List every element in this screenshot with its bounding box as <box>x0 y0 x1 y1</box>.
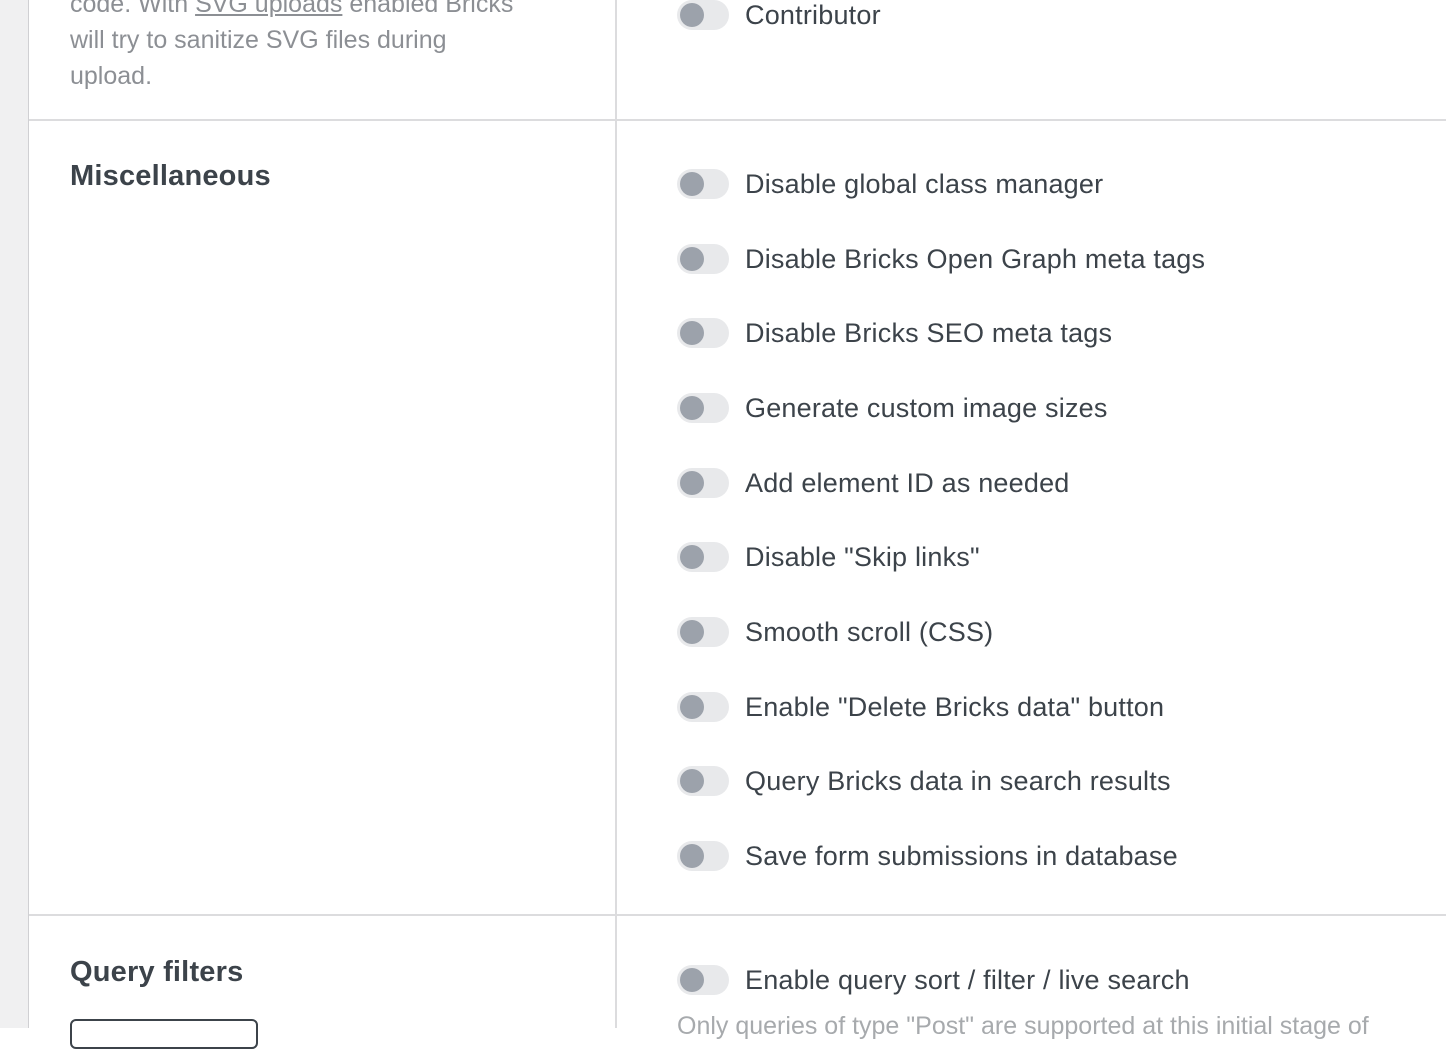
toggle-switch[interactable] <box>677 766 729 796</box>
option-generate-custom-image-sizes[interactable]: Generate custom image sizes <box>677 393 1108 423</box>
toggle-knob <box>680 545 704 569</box>
option-save-form-submissions[interactable]: Save form submissions in database <box>677 841 1178 871</box>
option-disable-open-graph-meta-tags[interactable]: Disable Bricks Open Graph meta tags <box>677 244 1205 274</box>
toggle-switch[interactable] <box>677 692 729 722</box>
toggle-switch[interactable] <box>677 393 729 423</box>
toggle-switch[interactable] <box>677 244 729 274</box>
svg-description-line1: code. With SVG uploads enabled Bricks <box>70 0 570 22</box>
toggle-switch[interactable] <box>677 169 729 199</box>
toggle-knob <box>680 172 704 196</box>
option-label: Smooth scroll (CSS) <box>745 616 994 647</box>
option-label: Disable global class manager <box>745 168 1104 199</box>
row-divider <box>29 914 1446 916</box>
toggle-knob <box>680 471 704 495</box>
toggle-knob <box>680 3 704 27</box>
option-label: Save form submissions in database <box>745 840 1178 871</box>
toggle-knob <box>680 695 704 719</box>
toggle-knob <box>680 247 704 271</box>
option-contributor[interactable]: Contributor <box>677 0 881 30</box>
query-filters-action-button[interactable] <box>70 1019 258 1049</box>
option-label: Enable query sort / filter / live search <box>745 964 1190 995</box>
column-divider <box>615 916 617 1028</box>
option-disable-seo-meta-tags[interactable]: Disable Bricks SEO meta tags <box>677 318 1112 348</box>
toggle-switch[interactable] <box>677 318 729 348</box>
option-disable-global-class-manager[interactable]: Disable global class manager <box>677 169 1103 199</box>
toggle-knob <box>680 321 704 345</box>
option-disable-skip-links[interactable]: Disable "Skip links" <box>677 542 980 572</box>
admin-gutter <box>0 0 29 1028</box>
toggle-switch[interactable] <box>677 0 729 30</box>
toggle-knob <box>680 620 704 644</box>
option-label: Disable "Skip links" <box>745 541 980 572</box>
option-query-bricks-data-search[interactable]: Query Bricks data in search results <box>677 766 1171 796</box>
option-label: Query Bricks data in search results <box>745 765 1171 796</box>
toggle-switch[interactable] <box>677 841 729 871</box>
toggle-knob <box>680 844 704 868</box>
svg-description: code. With SVG uploads enabled Bricks wi… <box>70 0 570 94</box>
option-enable-query-filters[interactable]: Enable query sort / filter / live search <box>677 965 1190 995</box>
section-title-query-filters: Query filters <box>70 956 244 988</box>
toggle-switch[interactable] <box>677 468 729 498</box>
option-enable-delete-bricks-data[interactable]: Enable "Delete Bricks data" button <box>677 692 1164 722</box>
column-divider <box>615 0 617 120</box>
option-add-element-id[interactable]: Add element ID as needed <box>677 468 1070 498</box>
section-title-miscellaneous: Miscellaneous <box>70 160 271 192</box>
svg-description-line2: will try to sanitize SVG files during <box>70 26 447 54</box>
option-label: Enable "Delete Bricks data" button <box>745 691 1165 722</box>
query-filters-note: Only queries of type "Post" are supporte… <box>677 1012 1369 1040</box>
toggle-switch[interactable] <box>677 542 729 572</box>
option-label: Generate custom image sizes <box>745 392 1108 423</box>
option-label: Add element ID as needed <box>745 467 1070 498</box>
svg-uploads-link[interactable]: SVG uploads <box>195 0 342 18</box>
svg-description-line3: upload. <box>70 62 153 90</box>
settings-panel <box>29 0 1446 1028</box>
toggle-knob <box>680 968 704 992</box>
row-divider <box>29 119 1446 121</box>
option-label: Disable Bricks SEO meta tags <box>745 317 1113 348</box>
toggle-knob <box>680 396 704 420</box>
option-label: Contributor <box>745 0 881 30</box>
option-smooth-scroll[interactable]: Smooth scroll (CSS) <box>677 617 993 647</box>
toggle-switch[interactable] <box>677 965 729 995</box>
toggle-knob <box>680 769 704 793</box>
option-label: Disable Bricks Open Graph meta tags <box>745 243 1206 274</box>
column-divider <box>615 120 617 916</box>
toggle-switch[interactable] <box>677 617 729 647</box>
